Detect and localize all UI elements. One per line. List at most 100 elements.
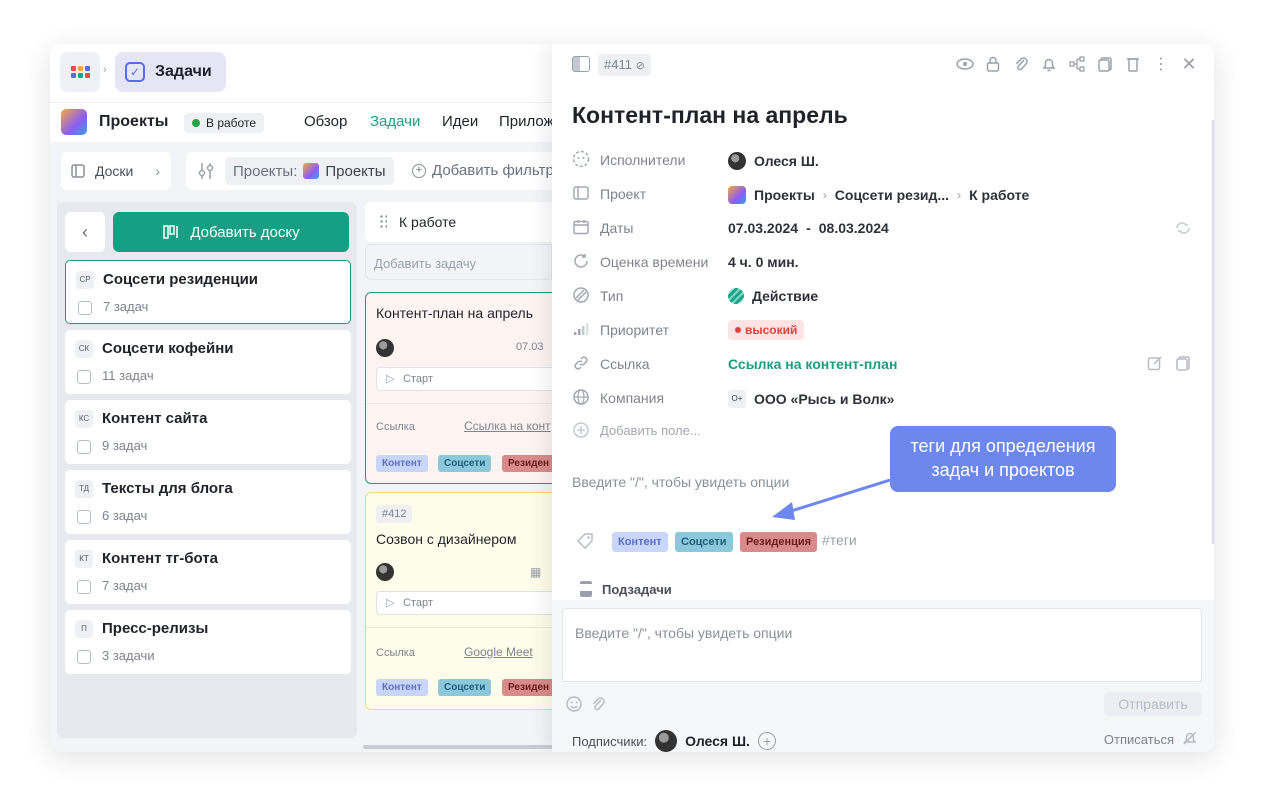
filter-icon[interactable] — [198, 161, 216, 181]
start-button[interactable]: Старт — [376, 367, 553, 391]
task-card[interactable]: #412 Созвон с дизайнером ▦ Старт Ссылка … — [365, 492, 556, 710]
clock-icon — [572, 252, 590, 270]
close-icon[interactable]: ✕ — [1180, 54, 1198, 74]
link-value[interactable]: Ссылка на контент-план — [728, 356, 897, 372]
task-id-badge[interactable]: #411 ⊘ — [598, 54, 651, 76]
board-count: 11 задач — [102, 368, 154, 383]
breadcrumb-item[interactable]: К работе — [969, 187, 1029, 203]
tasks-icon — [77, 510, 91, 524]
priority-label: Приоритет — [600, 322, 670, 338]
emoji-icon[interactable] — [566, 696, 582, 716]
tab-apps[interactable]: Прилож — [499, 113, 554, 130]
comment-input[interactable]: Введите "/", чтобы увидеть опции — [562, 608, 1202, 682]
boards-toggle[interactable]: Доски › — [61, 152, 171, 190]
date-from[interactable]: 07.03.2024 — [728, 220, 798, 236]
collapse-button[interactable]: ‹ — [65, 212, 105, 252]
tag-content[interactable]: Контент — [376, 455, 428, 472]
type-value[interactable]: Действие — [728, 288, 818, 304]
dates-value[interactable]: 07.03.2024 - 08.03.2024 — [728, 220, 889, 236]
add-task-input[interactable]: Добавить задачу — [365, 244, 552, 280]
globe-icon — [572, 388, 590, 406]
annotation-callout: теги для определения задач и проектов — [890, 426, 1116, 492]
flow-icon[interactable] — [1068, 54, 1086, 74]
horizontal-scrollbar[interactable] — [363, 745, 553, 749]
task-card[interactable]: Контент-план на апрель 07.03 Старт Ссылк… — [365, 292, 556, 484]
send-button[interactable]: Отправить — [1104, 692, 1202, 716]
breadcrumb-item[interactable]: Проекты — [754, 187, 815, 203]
tag-social[interactable]: Соцсети — [675, 532, 733, 552]
assignees-value[interactable]: Олеся Ш. — [728, 152, 819, 170]
plus-circle-icon[interactable] — [572, 421, 590, 439]
start-button[interactable]: Старт — [376, 591, 553, 615]
tag-content[interactable]: Контент — [612, 532, 668, 552]
add-field-button[interactable]: Добавить поле... — [600, 423, 701, 438]
assignees-label: Исполнители — [600, 152, 686, 168]
add-follower-icon[interactable]: + — [757, 732, 776, 750]
tab-ideas[interactable]: Идеи — [442, 113, 478, 130]
estimate-label: Оценка времени — [600, 254, 709, 270]
tag-residence[interactable]: Резиден — [502, 455, 556, 472]
project-breadcrumb[interactable]: Проекты › Соцсети резид... › К работе — [728, 186, 1029, 204]
more-icon[interactable]: ⋮ — [1152, 54, 1170, 74]
board-item[interactable]: КС Контент сайта 9 задач — [65, 400, 351, 464]
tag-residence[interactable]: Резиденция — [740, 532, 818, 552]
board-item[interactable]: СК Соцсети кофейни 11 задач — [65, 330, 351, 394]
trash-icon[interactable] — [1124, 54, 1142, 74]
app-window: › ✓ Задачи Проекты В работе Обзор Задачи… — [50, 44, 1214, 752]
lock-icon[interactable] — [984, 54, 1002, 74]
status-badge[interactable]: В работе — [184, 113, 265, 133]
app-title-button[interactable]: ✓ Задачи — [115, 52, 226, 92]
priority-icon — [572, 320, 590, 338]
tag-input[interactable]: #теги — [822, 532, 857, 548]
board-count: 9 задач — [102, 438, 148, 453]
project-filter-chip[interactable]: Проекты: Проекты — [225, 157, 394, 185]
tag-residence[interactable]: Резиден — [502, 679, 556, 696]
divider — [366, 627, 553, 628]
drag-handle-icon[interactable] — [379, 214, 387, 230]
avatar — [728, 152, 746, 170]
board-item[interactable]: КТ Контент тг-бота 7 задач — [65, 540, 351, 604]
bell-icon[interactable] — [1040, 54, 1058, 74]
description-input[interactable]: Введите "/", чтобы увидеть опции — [572, 474, 789, 490]
tag-social[interactable]: Соцсети — [438, 455, 492, 472]
unsubscribe-button[interactable]: Отписаться — [1104, 730, 1198, 749]
task-title[interactable]: Контент-план на апрель — [572, 102, 848, 129]
copy-icon[interactable] — [1174, 354, 1192, 372]
tab-overview[interactable]: Обзор — [304, 113, 347, 130]
tab-tasks[interactable]: Задачи — [370, 113, 420, 130]
add-board-button[interactable]: Добавить доску — [113, 212, 349, 252]
estimate-value[interactable]: 4 ч. 0 мин. — [728, 254, 799, 270]
board-item[interactable]: СР Соцсети резиденции 7 задач — [65, 260, 351, 324]
company-value[interactable]: O+ ООО «Рысь и Волк» — [728, 390, 894, 408]
subtasks-header[interactable]: Подзадачи — [580, 581, 672, 597]
board-count: 7 задач — [103, 299, 149, 314]
link-value[interactable]: Ссылка на конт — [464, 419, 551, 433]
type-icon — [572, 286, 590, 304]
paperclip-icon[interactable] — [590, 696, 606, 716]
paperclip-icon[interactable] — [1012, 54, 1030, 74]
link-value[interactable]: Google Meet — [464, 645, 533, 659]
edit-icon[interactable] — [1146, 354, 1164, 372]
board-item[interactable]: П Пресс-релизы 3 задачи — [65, 610, 351, 674]
tag-content[interactable]: Контент — [376, 679, 428, 696]
repeat-icon[interactable] — [1174, 219, 1192, 237]
add-filter-button[interactable]: + Добавить фильтр — [412, 162, 554, 179]
project-icon — [572, 184, 590, 202]
board-abbr: СР — [76, 271, 94, 289]
date-to[interactable]: 08.03.2024 — [819, 220, 889, 236]
board-count: 3 задачи — [102, 648, 155, 663]
tag-social[interactable]: Соцсети — [438, 679, 492, 696]
priority-value[interactable]: высокий — [728, 320, 805, 340]
sidebar-toggle-icon[interactable] — [572, 56, 590, 72]
comment-tools — [566, 696, 606, 716]
board-item[interactable]: ТД Тексты для блога 6 задач — [65, 470, 351, 534]
copy-icon[interactable] — [1096, 54, 1114, 74]
breadcrumb-item[interactable]: Соцсети резид... — [835, 187, 949, 203]
vertical-scrollbar[interactable] — [1212, 120, 1214, 544]
apps-grid-button[interactable] — [60, 52, 100, 92]
project-label: Проект — [600, 186, 647, 202]
chevron-left-icon: ‹ — [82, 221, 88, 242]
user-icon — [572, 150, 590, 168]
check-icon: ✓ — [125, 62, 145, 82]
eye-icon[interactable] — [956, 54, 974, 74]
